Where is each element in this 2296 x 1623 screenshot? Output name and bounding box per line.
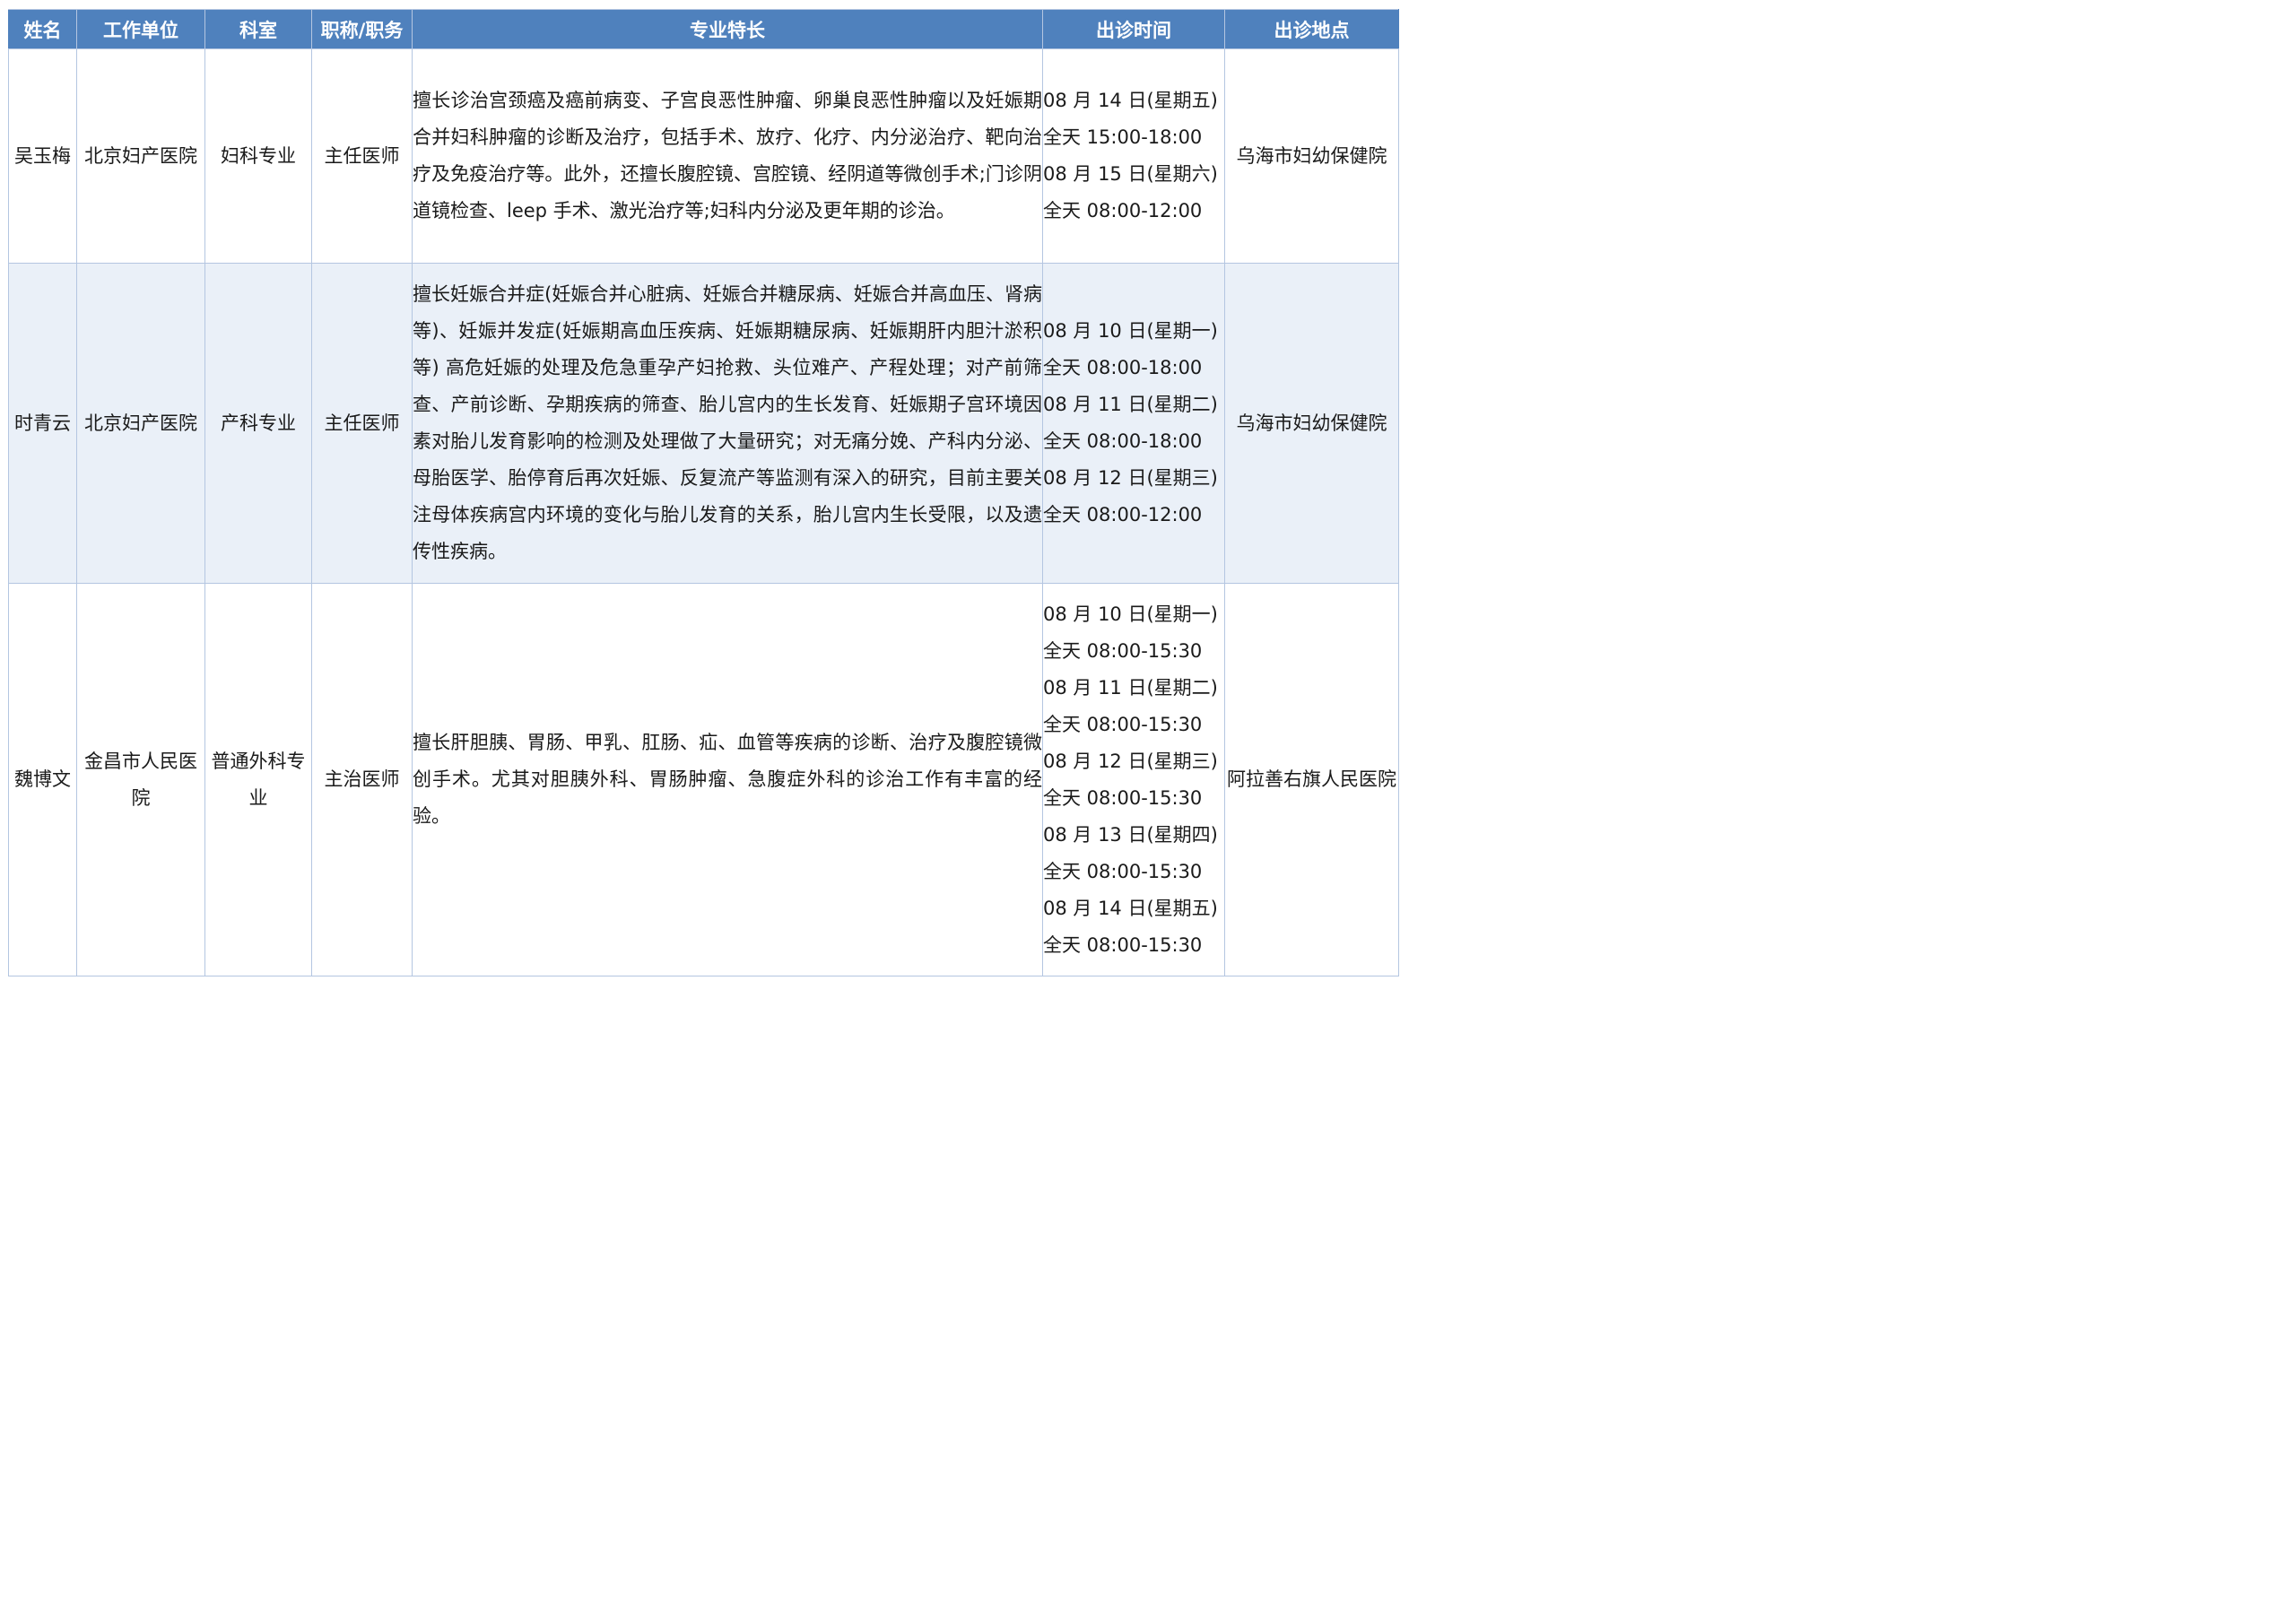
- schedule-date: 08 月 11 日(星期二): [1043, 676, 1218, 699]
- doctor-name: 吴玉梅: [8, 48, 77, 264]
- doctor-unit: 北京妇产医院: [76, 48, 205, 264]
- column-header-location: 出诊地点: [1224, 9, 1399, 49]
- doctor-schedule-table: 姓名 工作单位 科室 职称/职务 专业特长 出诊时间 出诊地点 吴玉梅 北京妇产…: [8, 9, 1399, 976]
- doctor-department: 普通外科专业: [204, 583, 312, 976]
- doctor-location: 乌海市妇幼保健院: [1224, 263, 1399, 584]
- doctor-department: 妇科专业: [204, 48, 312, 264]
- schedule-date: 08 月 11 日(星期二): [1043, 394, 1218, 415]
- doctor-schedule: 08 月 10 日(星期一) 全天 08:00-15:30 08 月 11 日(…: [1042, 583, 1225, 976]
- schedule-hours: 全天 08:00-12:00: [1043, 504, 1203, 525]
- table-row: 魏博文 金昌市人民医院 普通外科专业 主治医师 擅长肝胆胰、胃肠、甲乳、肛肠、疝…: [8, 583, 1399, 976]
- column-header-specialty: 专业特长: [412, 9, 1043, 49]
- doctor-name: 魏博文: [8, 583, 77, 976]
- schedule-date: 08 月 12 日(星期三): [1043, 467, 1218, 489]
- schedule-hours: 全天 08:00-15:30: [1043, 933, 1203, 956]
- table-row: 时青云 北京妇产医院 产科专业 主任医师 擅长妊娠合并症(妊娠合并心脏病、妊娠合…: [8, 263, 1399, 584]
- column-header-title: 职称/职务: [311, 9, 413, 49]
- table-row: 吴玉梅 北京妇产医院 妇科专业 主任医师 擅长诊治宫颈癌及癌前病变、子宫良恶性肿…: [8, 48, 1399, 264]
- schedule-date: 08 月 10 日(星期一): [1043, 603, 1218, 625]
- doctor-location: 乌海市妇幼保健院: [1224, 48, 1399, 264]
- doctor-name: 时青云: [8, 263, 77, 584]
- schedule-sheet: 姓名 工作单位 科室 职称/职务 专业特长 出诊时间 出诊地点 吴玉梅 北京妇产…: [8, 9, 1399, 976]
- schedule-hours: 全天 08:00-18:00: [1043, 430, 1203, 452]
- column-header-department: 科室: [204, 9, 312, 49]
- schedule-hours: 全天 08:00-12:00: [1043, 200, 1203, 221]
- doctor-title: 主治医师: [311, 583, 413, 976]
- doctor-specialty: 擅长妊娠合并症(妊娠合并心脏病、妊娠合并糖尿病、妊娠合并高血压、肾病等)、妊娠并…: [412, 263, 1043, 584]
- doctor-location: 阿拉善右旗人民医院: [1224, 583, 1399, 976]
- schedule-hours: 全天 08:00-15:30: [1043, 639, 1203, 662]
- header-row: 姓名 工作单位 科室 职称/职务 专业特长 出诊时间 出诊地点: [8, 9, 1399, 49]
- doctor-schedule: 08 月 14 日(星期五) 全天 15:00-18:00 08 月 15 日(…: [1042, 48, 1225, 264]
- doctor-schedule: 08 月 10 日(星期一) 全天 08:00-18:00 08 月 11 日(…: [1042, 263, 1225, 584]
- column-header-unit: 工作单位: [76, 9, 205, 49]
- schedule-date: 08 月 13 日(星期四): [1043, 823, 1218, 846]
- doctor-unit: 金昌市人民医院: [76, 583, 205, 976]
- schedule-hours: 全天 08:00-18:00: [1043, 357, 1203, 378]
- doctor-specialty: 擅长诊治宫颈癌及癌前病变、子宫良恶性肿瘤、卵巢良恶性肿瘤以及妊娠期合并妇科肿瘤的…: [412, 48, 1043, 264]
- doctor-title: 主任医师: [311, 48, 413, 264]
- schedule-hours: 全天 08:00-15:30: [1043, 786, 1203, 809]
- schedule-date: 08 月 15 日(星期六): [1043, 163, 1218, 185]
- doctor-department: 产科专业: [204, 263, 312, 584]
- schedule-hours: 全天 08:00-15:30: [1043, 713, 1203, 735]
- schedule-hours: 全天 15:00-18:00: [1043, 126, 1203, 148]
- doctor-unit: 北京妇产医院: [76, 263, 205, 584]
- schedule-date: 08 月 12 日(星期三): [1043, 750, 1218, 772]
- doctor-specialty: 擅长肝胆胰、胃肠、甲乳、肛肠、疝、血管等疾病的诊断、治疗及腹腔镜微创手术。尤其对…: [412, 583, 1043, 976]
- schedule-date: 08 月 14 日(星期五): [1043, 897, 1218, 919]
- column-header-schedule: 出诊时间: [1042, 9, 1225, 49]
- column-header-name: 姓名: [8, 9, 77, 49]
- schedule-hours: 全天 08:00-15:30: [1043, 860, 1203, 882]
- doctor-title: 主任医师: [311, 263, 413, 584]
- schedule-date: 08 月 14 日(星期五): [1043, 90, 1218, 111]
- schedule-date: 08 月 10 日(星期一): [1043, 320, 1218, 342]
